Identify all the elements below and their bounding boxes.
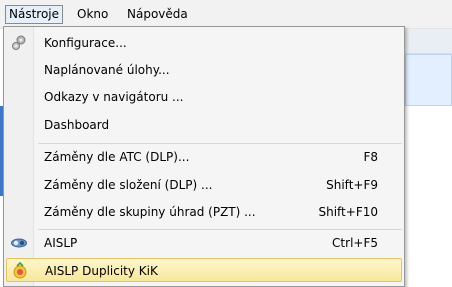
menu-item-odkazy-v-navigatoru[interactable]: Odkazy v navigátoru ... — [6, 85, 402, 109]
menu-item-label: AISLP — [44, 236, 78, 250]
menu-item-shortcut: Shift+F9 — [326, 178, 378, 192]
menu-nastroje[interactable]: Nástroje — [5, 5, 64, 24]
menu-item-zameny-atc[interactable]: Záměny dle ATC (DLP)... F8 — [6, 145, 402, 169]
menu-item-aislp[interactable]: AISLP Ctrl+F5 — [6, 231, 402, 255]
menu-napoveda[interactable]: Nápověda — [124, 5, 191, 24]
menu-item-shortcut: F8 — [363, 150, 378, 164]
menu-item-label: AISLP Duplicity KiK — [45, 264, 158, 278]
menu-item-label: Naplánované úlohy... — [44, 63, 170, 77]
menu-okno[interactable]: Okno — [74, 5, 111, 24]
menu-item-shortcut: Ctrl+F5 — [332, 236, 378, 250]
menu-item-zameny-slozeni[interactable]: Záměny dle složení (DLP) ... Shift+F9 — [6, 173, 402, 197]
background-grid-header — [405, 29, 452, 54]
menu-item-label: Konfigurace... — [44, 36, 127, 50]
menu-item-konfigurace[interactable]: Konfigurace... — [6, 31, 402, 55]
menu-item-label: Záměny dle skupiny úhrad (PZT) ... — [44, 205, 256, 219]
menu-item-label: Záměny dle ATC (DLP)... — [44, 150, 190, 164]
menu-item-label: Záměny dle složení (DLP) ... — [44, 178, 213, 192]
aislp-duplicity-icon — [11, 261, 29, 280]
menu-bar: Nástroje Okno Nápověda — [0, 0, 452, 29]
menu-separator — [38, 143, 402, 144]
menu-item-shortcut: Shift+F10 — [318, 205, 378, 219]
menu-item-naplanovane-ulohy[interactable]: Naplánované úlohy... — [6, 58, 402, 82]
menu-item-zameny-skupiny-uhrad[interactable]: Záměny dle skupiny úhrad (PZT) ... Shift… — [6, 200, 402, 224]
aislp-pill-icon — [10, 234, 28, 252]
menu-item-label: Dashboard — [44, 118, 110, 132]
tools-dropdown-menu: Konfigurace... Naplánované úlohy... Odka… — [3, 26, 405, 287]
menu-item-dashboard[interactable]: Dashboard — [6, 113, 402, 137]
menu-item-aislp-duplicity-kik[interactable]: AISLP Duplicity KiK — [6, 258, 402, 282]
background-selected-row — [405, 54, 452, 106]
menu-separator — [38, 229, 402, 230]
gears-icon — [10, 34, 28, 52]
menu-item-label: Odkazy v navigátoru ... — [44, 90, 184, 104]
